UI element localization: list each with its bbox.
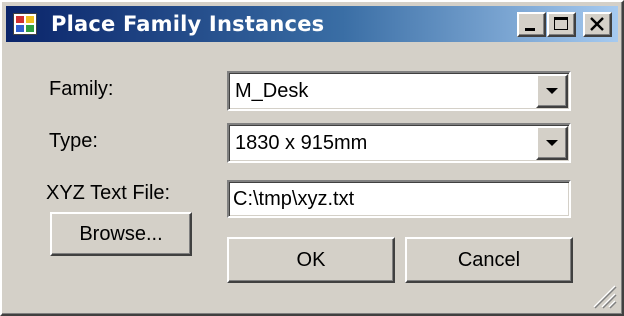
xyz-file-field[interactable]	[227, 180, 571, 218]
type-dropdown-button[interactable]	[536, 126, 568, 160]
application-icon	[13, 13, 37, 35]
ok-button-label: OK	[296, 249, 326, 271]
family-label: Family:	[49, 78, 114, 100]
family-dropdown-button[interactable]	[536, 74, 568, 108]
browse-button-label: Browse...	[79, 223, 163, 245]
xyz-file-input[interactable]	[233, 182, 563, 216]
family-selected-value: M_Desk	[235, 80, 309, 102]
close-icon	[590, 17, 604, 31]
maximize-button[interactable]	[547, 12, 576, 37]
type-dropdown[interactable]: 1830 x 915mm	[227, 123, 571, 163]
cancel-button[interactable]: Cancel	[405, 237, 573, 283]
chevron-down-icon	[546, 88, 558, 94]
ok-button[interactable]: OK	[227, 237, 395, 283]
type-label: Type:	[49, 130, 98, 152]
maximize-icon	[554, 17, 568, 30]
resize-grip-icon[interactable]	[588, 278, 618, 310]
xyz-file-label: XYZ Text File:	[46, 182, 171, 204]
close-button[interactable]	[583, 12, 612, 37]
browse-button[interactable]: Browse...	[50, 212, 192, 256]
minimize-button[interactable]	[517, 12, 546, 37]
type-selected-value: 1830 x 915mm	[235, 132, 368, 154]
dialog-window: Place Family Instances Family: M_Desk Ty…	[0, 0, 624, 316]
cancel-button-label: Cancel	[457, 249, 521, 271]
chevron-down-icon	[546, 140, 558, 146]
title-bar[interactable]: Place Family Instances	[6, 6, 618, 42]
family-dropdown[interactable]: M_Desk	[227, 71, 571, 111]
minimize-icon	[525, 28, 535, 31]
window-title: Place Family Instances	[51, 12, 325, 36]
